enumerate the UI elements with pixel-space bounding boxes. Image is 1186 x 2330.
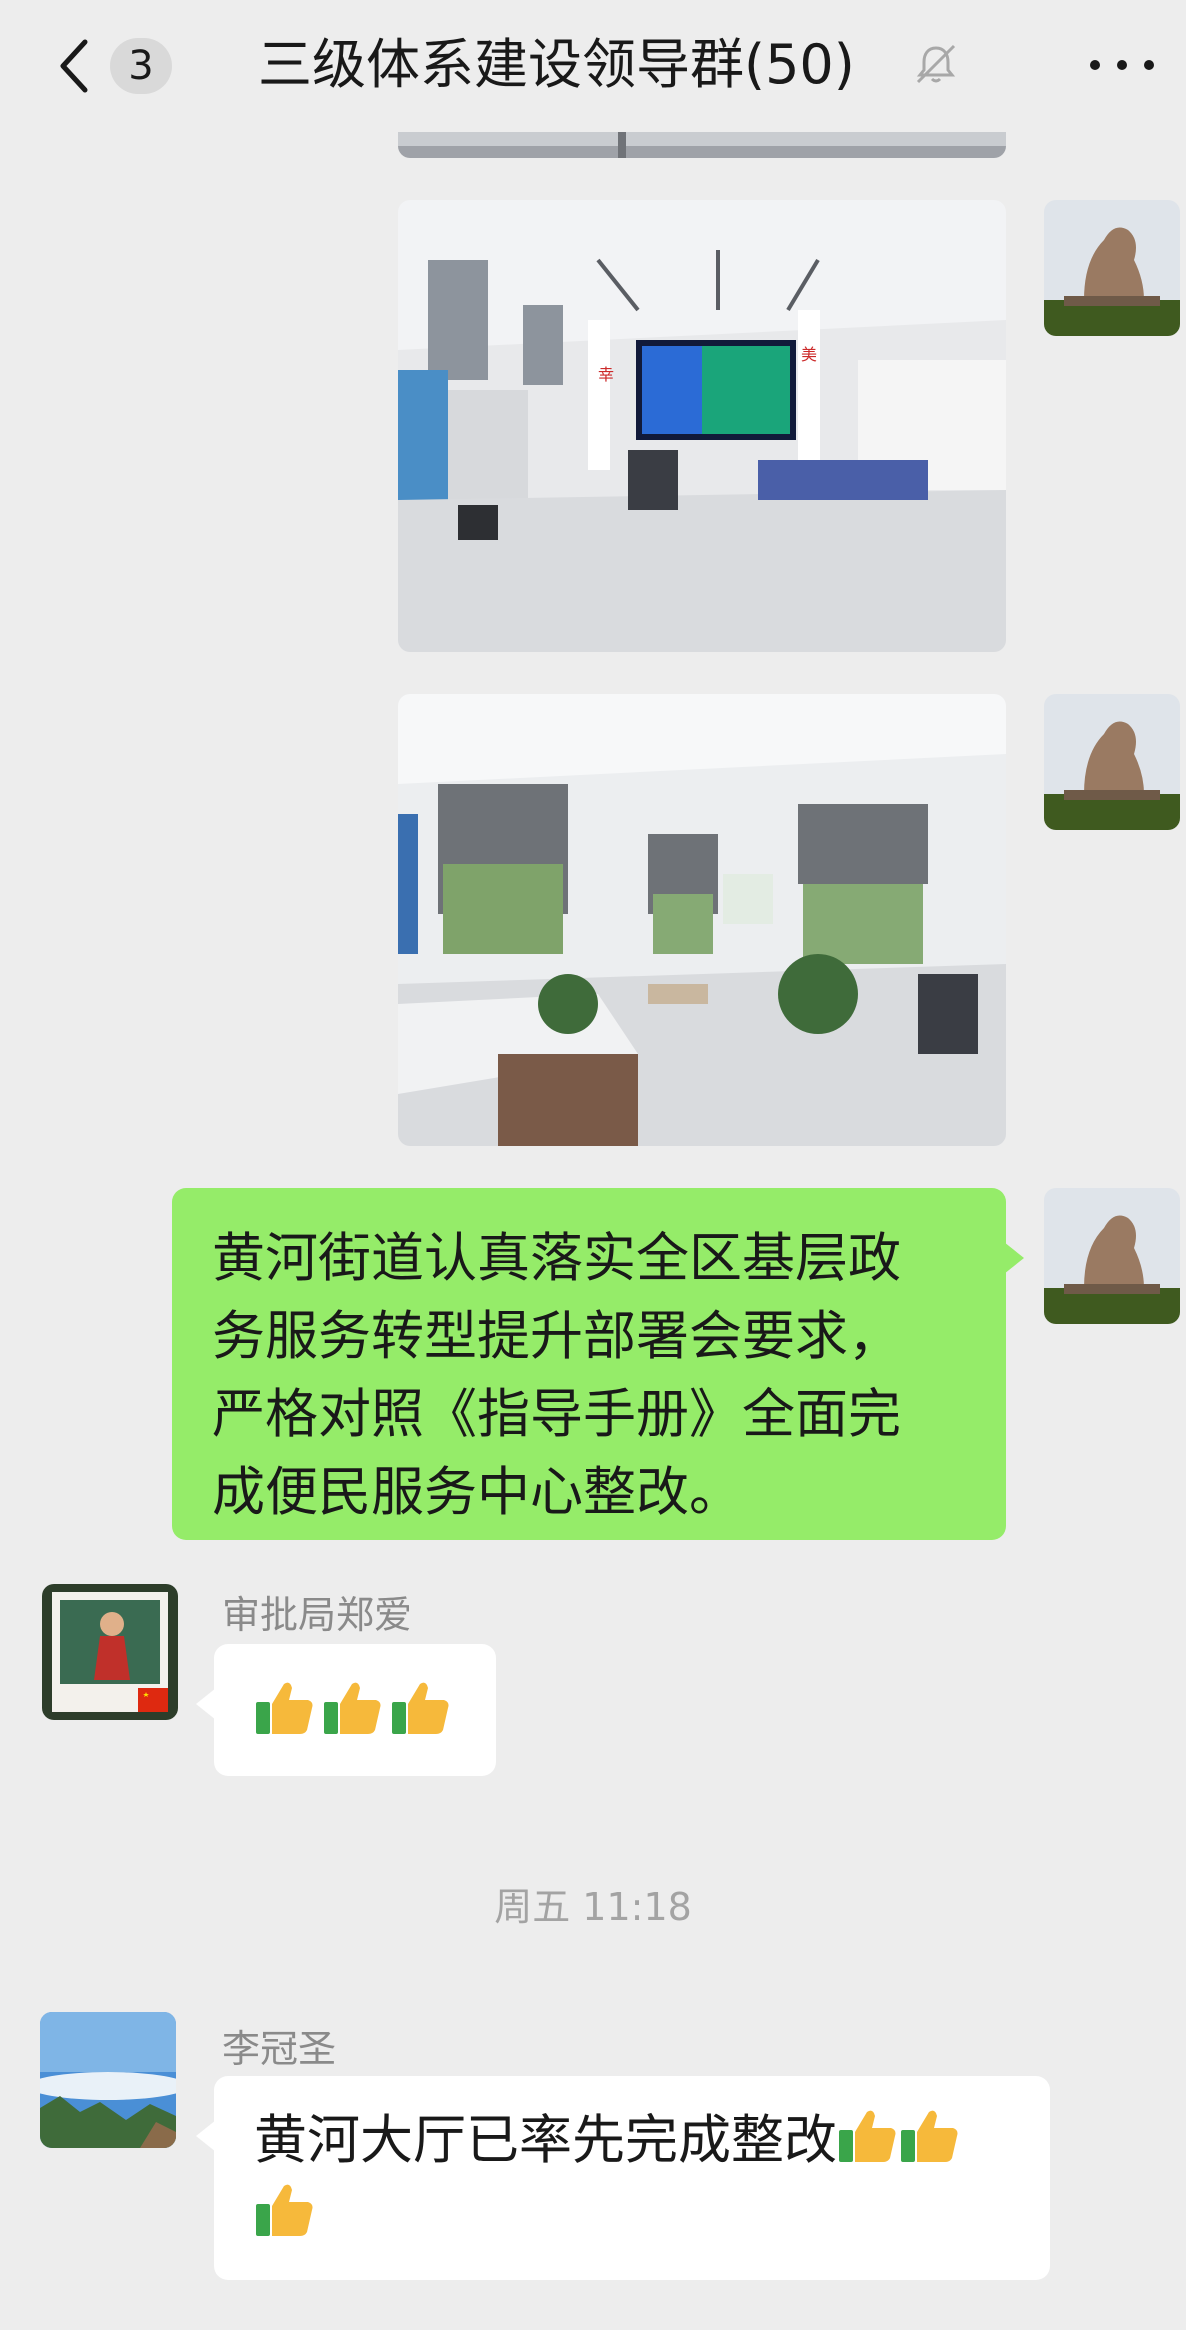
sender-name: 审批局郑爱 (222, 1593, 413, 1637)
emoji-message[interactable] (196, 1644, 496, 1776)
thumbs-up-icon (256, 1682, 313, 1734)
thumbs-up-icon (839, 2110, 896, 2162)
back-button[interactable] (48, 36, 98, 96)
message-text: 黄河大厅已率先完成整改 (254, 2110, 837, 2171)
message-line: 黄河大厅已率先完成整改 (254, 2104, 1010, 2178)
message-line: 务服务转型提升部署会要求， (212, 1306, 901, 1367)
dot-icon (1144, 60, 1154, 70)
message-line: 成便民服务中心整改。 (212, 1462, 742, 1523)
dot-icon (1090, 60, 1100, 70)
message-line (254, 2178, 1010, 2252)
message-timestamp: 周五 11:18 (494, 1885, 692, 1929)
photo-service-office[interactable] (398, 694, 1006, 1146)
dot-icon (1117, 60, 1127, 70)
thumbs-up-icon (901, 2110, 958, 2162)
chat-header: 3 三级体系建设领导群(50) (0, 0, 1186, 132)
chat-title: 三级体系建设领导群(50) (258, 33, 855, 96)
sender-avatar[interactable] (40, 2012, 176, 2148)
emoji-row (254, 1676, 456, 1738)
thumbs-up-icon (256, 2184, 313, 2236)
message-line: 严格对照《指导手册》全面完 (212, 1384, 901, 1445)
sender-avatar[interactable] (42, 1584, 178, 1720)
my-avatar[interactable] (1044, 1188, 1180, 1324)
my-avatar[interactable] (1044, 200, 1180, 336)
chevron-left-icon (60, 39, 88, 93)
my-text-message[interactable]: 黄河街道认真落实全区基层政 务服务转型提升部署会要求， 严格对照《指导手册》全面… (172, 1188, 1024, 1540)
thumbs-up-icon (392, 1682, 449, 1734)
unread-count-badge[interactable]: 3 (110, 38, 172, 94)
bell-muted-icon (916, 44, 956, 84)
more-options-button[interactable] (1090, 50, 1154, 80)
svg-text:美: 美 (801, 345, 817, 364)
sender-name: 李冠圣 (222, 2027, 337, 2071)
text-message[interactable]: 黄河大厅已率先完成整改 (196, 2076, 1050, 2280)
my-avatar[interactable] (1044, 694, 1180, 830)
partial-image[interactable] (398, 132, 1006, 158)
svg-text:幸: 幸 (598, 365, 614, 384)
message-line: 黄河街道认真落实全区基层政 (212, 1228, 901, 1289)
thumbs-up-icon (324, 1682, 381, 1734)
photo-service-hall[interactable]: 幸 美 (398, 200, 1006, 652)
